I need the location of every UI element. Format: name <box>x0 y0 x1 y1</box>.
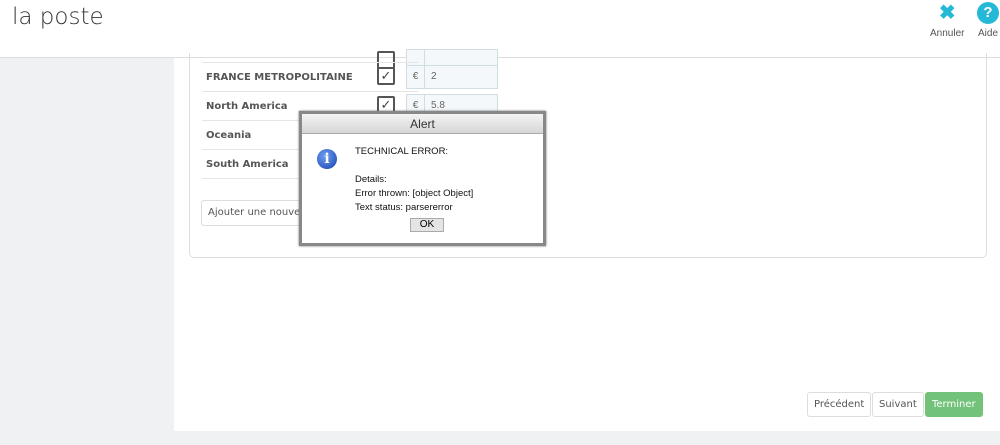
help-label: Aide <box>977 28 998 39</box>
page-title: la poste <box>12 4 104 30</box>
alert-title: Alert <box>302 114 543 134</box>
ok-button[interactable]: OK <box>410 218 444 232</box>
finish-button[interactable]: Terminer <box>925 392 983 417</box>
cancel-button[interactable]: ✖ Annuler <box>930 2 964 39</box>
help-button[interactable]: ? Aide <box>977 2 999 39</box>
previous-button[interactable]: Précédent <box>807 392 872 417</box>
zone-price-input[interactable]: €2 <box>406 65 498 89</box>
next-button[interactable]: Suivant <box>872 392 924 417</box>
zone-checkbox[interactable]: ✓ <box>377 67 395 85</box>
alert-message: TECHNICAL ERROR: Details: Error thrown: … <box>355 146 474 213</box>
header: la poste ✖ Annuler ? Aide <box>0 0 1000 58</box>
info-icon: i <box>317 149 337 169</box>
main-content: FRANCE METROPOLITAINE ✓ €2 North America… <box>174 49 1000 431</box>
close-icon: ✖ <box>938 2 956 24</box>
cancel-label: Annuler <box>930 28 965 39</box>
alert-dialog: Alert i TECHNICAL ERROR: Details: Error … <box>299 111 546 246</box>
help-icon: ? <box>977 2 999 24</box>
